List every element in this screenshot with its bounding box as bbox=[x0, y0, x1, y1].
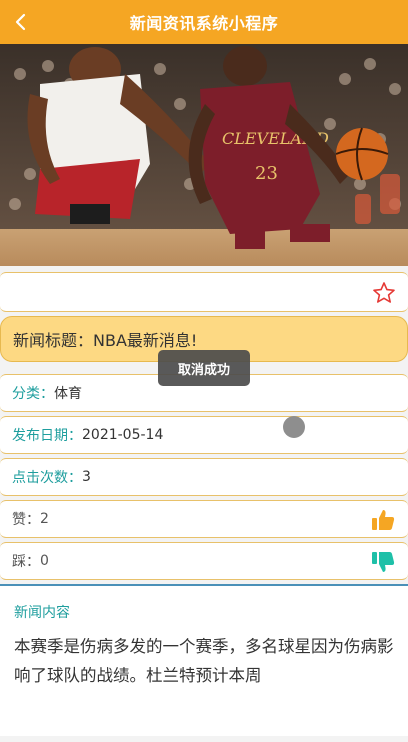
click-count-row: 点击次数： 3 bbox=[0, 458, 408, 496]
chevron-left-icon bbox=[15, 13, 26, 31]
likes-value: 2 bbox=[40, 511, 49, 527]
dislikes-row: 踩： 0 bbox=[0, 542, 408, 580]
news-title-value: NBA最新消息! bbox=[93, 331, 198, 350]
touch-indicator bbox=[283, 416, 305, 438]
thumbs-up-icon bbox=[372, 510, 395, 530]
page-title: 新闻资讯系统小程序 bbox=[129, 14, 279, 33]
like-button[interactable] bbox=[370, 507, 396, 533]
publish-date-label: 发布日期： bbox=[12, 428, 82, 444]
publish-date-row: 发布日期： 2021-05-14 bbox=[0, 416, 408, 454]
news-content-text: 本赛季是伤病多发的一个赛季，多名球星因为伤病影响了球队的战绩。杜兰特预计本周 bbox=[14, 637, 394, 685]
dislikes-label: 踩： bbox=[12, 554, 40, 570]
dislike-button[interactable] bbox=[370, 549, 396, 575]
likes-row: 赞： 2 bbox=[0, 500, 408, 538]
thumbs-down-icon bbox=[372, 552, 395, 572]
category-label: 分类： bbox=[12, 386, 54, 402]
navigation-bar: 新闻资讯系统小程序 bbox=[0, 0, 408, 44]
publish-date-value: 2021-05-14 bbox=[82, 427, 164, 443]
news-content-label: 新闻内容 bbox=[14, 605, 70, 621]
favorite-row bbox=[0, 272, 408, 312]
star-outline-icon bbox=[373, 282, 395, 303]
likes-label: 赞： bbox=[12, 512, 40, 528]
back-button[interactable] bbox=[8, 9, 34, 35]
news-cover-image: CLEVELAND 23 bbox=[0, 44, 408, 266]
click-count-label: 点击次数： bbox=[12, 470, 82, 486]
news-title-label: 新闻标题： bbox=[13, 331, 94, 350]
news-content-card: 新闻内容 本赛季是伤病多发的一个赛季，多名球星因为伤病影响了球队的战绩。杜兰特预… bbox=[0, 584, 408, 736]
dislikes-value: 0 bbox=[40, 553, 49, 569]
click-count-value: 3 bbox=[82, 469, 91, 485]
svg-text:23: 23 bbox=[255, 163, 278, 184]
toast-message: 取消成功 bbox=[158, 350, 250, 386]
category-value: 体育 bbox=[54, 386, 82, 402]
favorite-button[interactable] bbox=[372, 281, 396, 305]
